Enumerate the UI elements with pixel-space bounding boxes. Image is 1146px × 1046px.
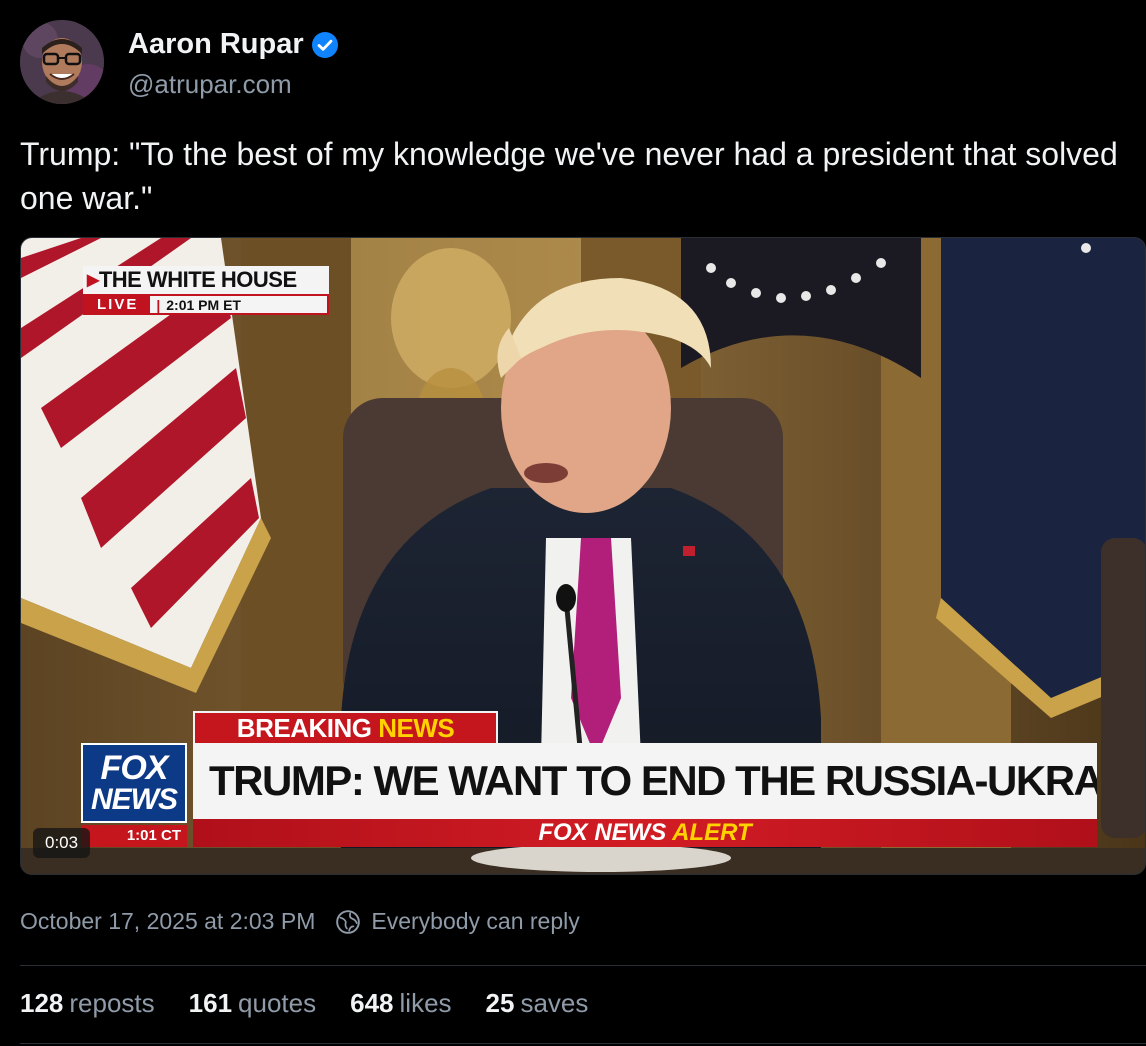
live-time: 2:01 PM ET — [166, 296, 241, 313]
video-elapsed-time: 0:03 — [33, 828, 91, 858]
reply-setting[interactable]: Everybody can reply — [371, 908, 579, 935]
location-title: THE WHITE HOUSE — [98, 267, 297, 292]
alert-prefix: FOX NEWS — [538, 819, 667, 846]
likes-stat[interactable]: 648 likes — [350, 988, 451, 1019]
live-separator: | — [156, 296, 161, 313]
post: Aaron Rupar @atrupar.com Trump: "To the … — [0, 0, 1146, 1046]
saves-label: saves — [520, 988, 589, 1018]
alert-bar: FOX NEWS ALERT — [193, 819, 1097, 847]
reposts-label: reposts — [69, 988, 155, 1018]
alert-word: ALERT — [672, 819, 752, 846]
chyron-headline: TRUMP: WE WANT TO END THE RUSSIA-UKRAINE… — [193, 743, 1097, 819]
avatar[interactable] — [20, 20, 104, 104]
live-label: LIVE — [85, 296, 151, 313]
saves-count: 25 — [485, 988, 515, 1018]
avatar-image — [20, 20, 104, 104]
author-name[interactable]: Aaron Rupar — [128, 28, 338, 61]
post-stats: 128 reposts 161 quotes 648 likes 25 saves — [20, 988, 588, 1019]
video-player[interactable]: ▶THE WHITE HOUSE LIVE | 2:01 PM ET BREAK… — [20, 237, 1146, 875]
globe-icon — [336, 909, 361, 934]
reposts-count: 128 — [20, 988, 64, 1018]
post-meta: October 17, 2025 at 2:03 PM Everybody ca… — [20, 908, 580, 935]
quotes-label: quotes — [238, 988, 317, 1018]
divider — [20, 965, 1146, 966]
author-handle[interactable]: @atrupar.com — [128, 69, 292, 100]
quotes-stat[interactable]: 161 quotes — [189, 988, 316, 1019]
post-date[interactable]: October 17, 2025 at 2:03 PM — [20, 908, 315, 935]
network-logo-line2: NEWS — [91, 783, 178, 816]
breaking-label: BREAKING — [236, 713, 372, 743]
post-text: Trump: "To the best of my knowledge we'v… — [20, 136, 1118, 216]
network-logo: FOX NEWS — [81, 743, 187, 823]
quotes-count: 161 — [188, 988, 233, 1018]
likes-label: likes — [399, 988, 452, 1018]
author-name-text[interactable]: Aaron Rupar — [128, 28, 304, 61]
reposts-stat[interactable]: 128 reposts — [20, 988, 155, 1019]
network-logo-line1: FOX — [100, 749, 169, 787]
breaking-news-label: NEWS — [378, 713, 455, 743]
likes-count: 648 — [350, 988, 394, 1018]
play-arrow-icon: ▶ — [87, 272, 99, 289]
saves-stat[interactable]: 25 saves — [486, 988, 589, 1019]
verified-badge-icon — [311, 31, 338, 58]
breaking-news-tab: BREAKING NEWS — [193, 711, 498, 744]
bottom-divider — [20, 1043, 1146, 1044]
location-bug: ▶THE WHITE HOUSE LIVE | 2:01 PM ET — [83, 266, 329, 319]
network-clock: 1:01 CT — [81, 825, 187, 847]
